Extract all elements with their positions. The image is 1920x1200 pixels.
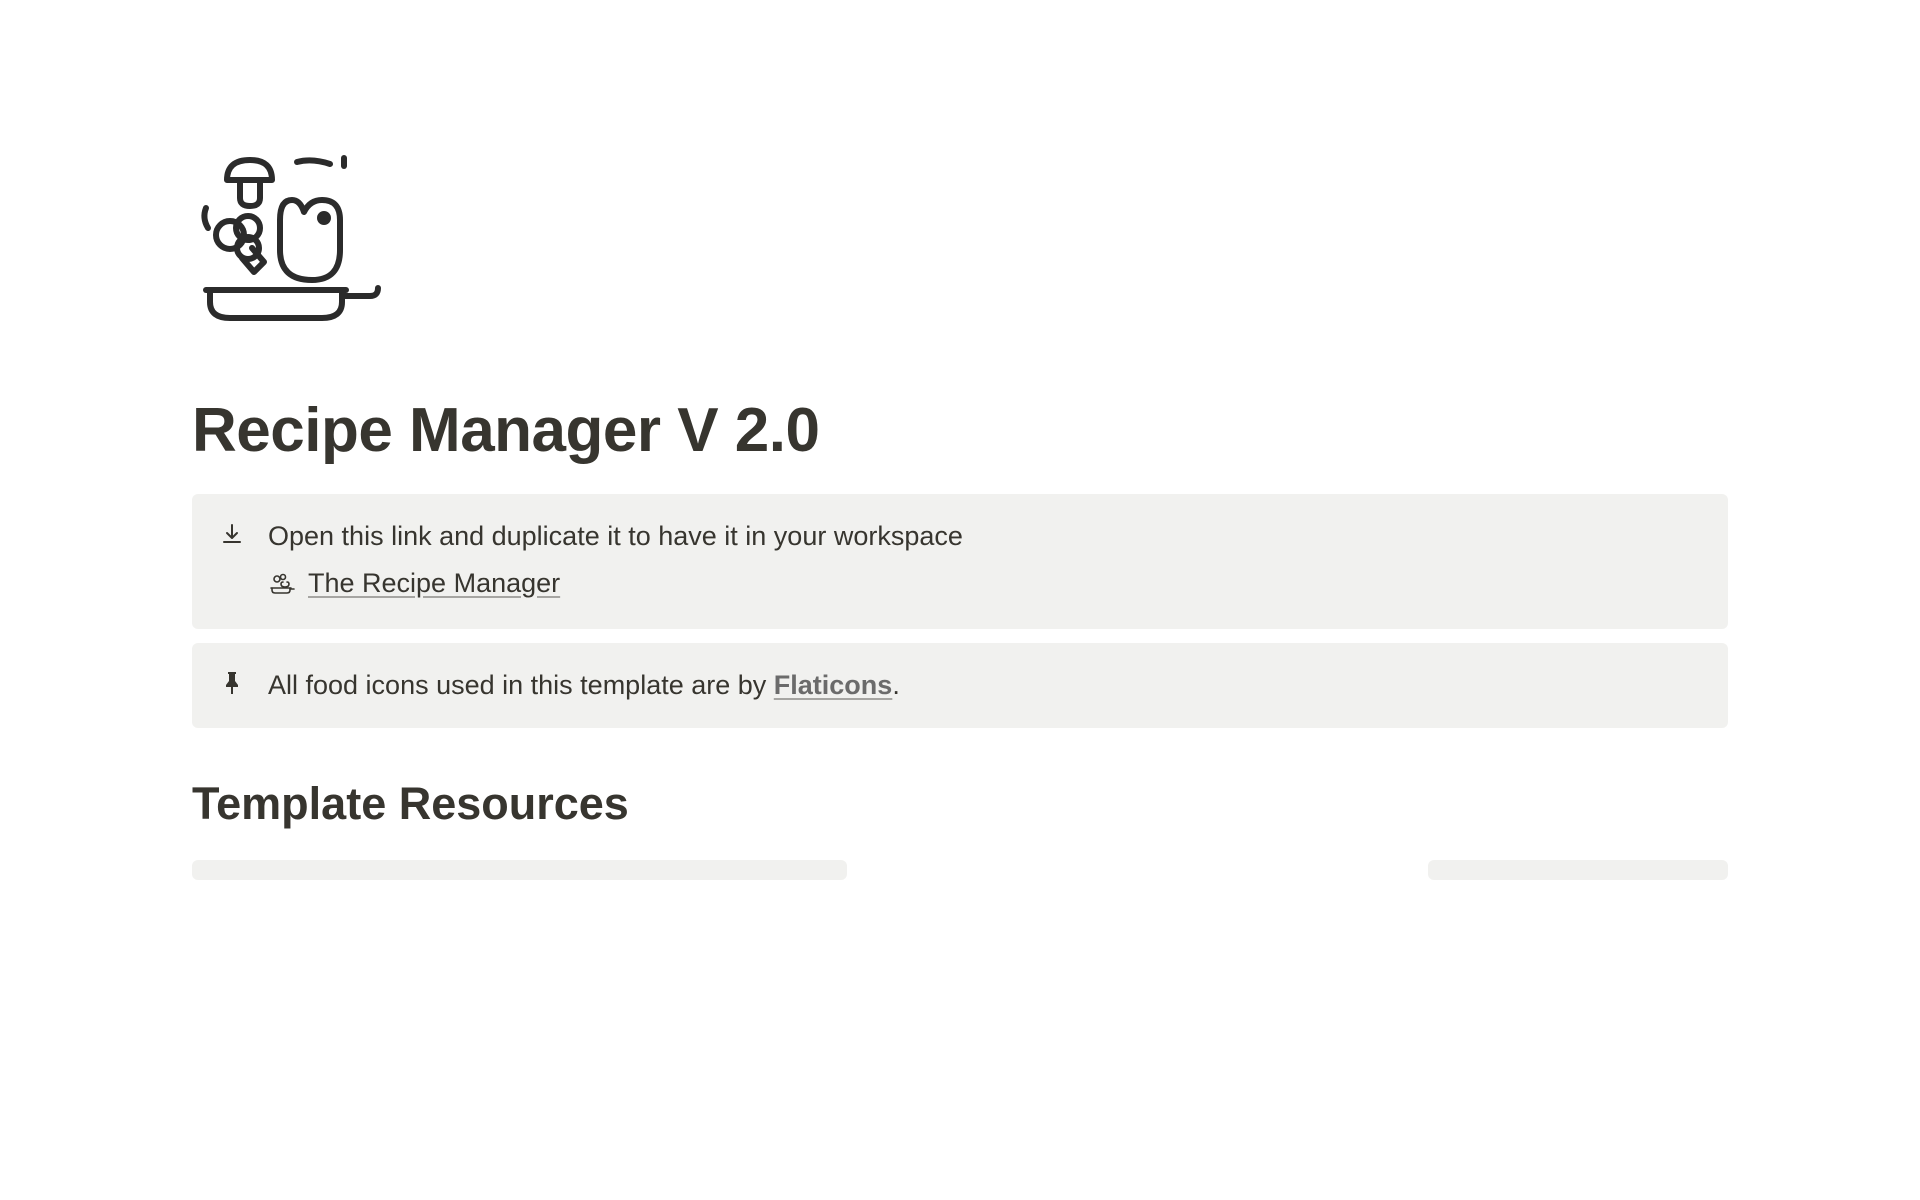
download-icon [218, 520, 246, 548]
recipe-page-icon [268, 569, 296, 597]
callout-duplicate: Open this link and duplicate it to have … [192, 494, 1728, 629]
recipe-manager-link-text: The Recipe Manager [308, 563, 560, 604]
callout-duplicate-content: Open this link and duplicate it to have … [268, 516, 1702, 607]
attribution-text-suffix: . [892, 670, 900, 700]
resource-card[interactable] [192, 860, 847, 880]
pin-icon [218, 669, 246, 697]
page-title: Recipe Manager V 2.0 [192, 395, 1728, 466]
flaticons-link[interactable]: Flaticons [774, 670, 893, 700]
page-container: Recipe Manager V 2.0 Open this link and … [0, 0, 1920, 880]
callout-duplicate-text: Open this link and duplicate it to have … [268, 516, 1702, 557]
resource-cards-row [192, 860, 1728, 880]
attribution-text-prefix: All food icons used in this template are… [268, 670, 774, 700]
recipe-manager-link[interactable]: The Recipe Manager [268, 563, 560, 604]
template-resources-heading: Template Resources [192, 778, 1728, 830]
callout-attribution-content: All food icons used in this template are… [268, 665, 1702, 706]
callout-attribution: All food icons used in this template are… [192, 643, 1728, 728]
resource-card[interactable] [1428, 860, 1728, 880]
cooking-pan-icon [192, 150, 382, 330]
page-hero-icon [192, 150, 1728, 335]
